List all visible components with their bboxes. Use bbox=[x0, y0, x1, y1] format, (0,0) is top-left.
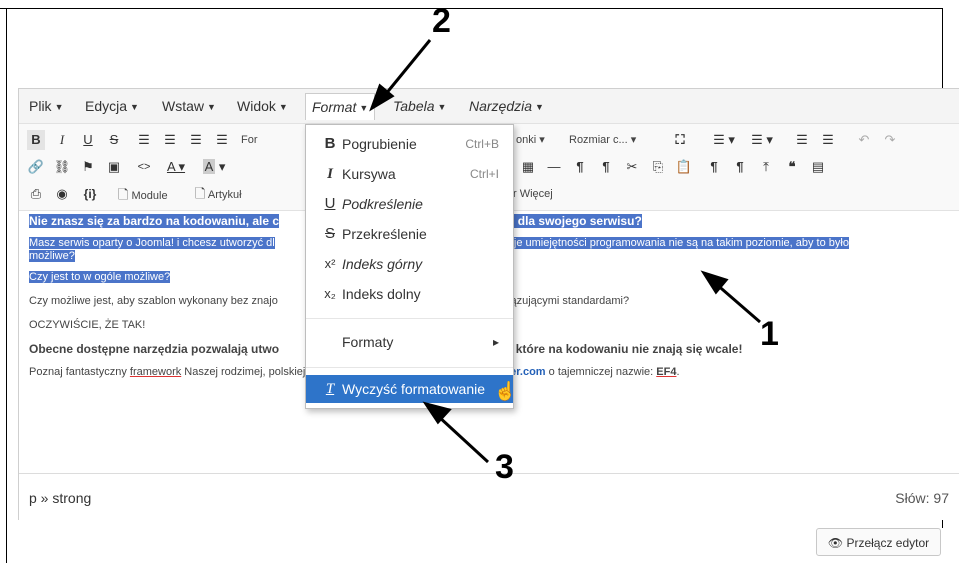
callout-1: 1 bbox=[760, 315, 779, 353]
annotation-arrows bbox=[369, 39, 761, 464]
callout-3: 3 bbox=[495, 448, 514, 486]
arrow-3-head bbox=[422, 401, 452, 425]
arrow-2 bbox=[383, 39, 432, 96]
arrow-1 bbox=[714, 281, 761, 324]
callout-2: 2 bbox=[432, 2, 451, 40]
arrow-3 bbox=[436, 414, 490, 464]
